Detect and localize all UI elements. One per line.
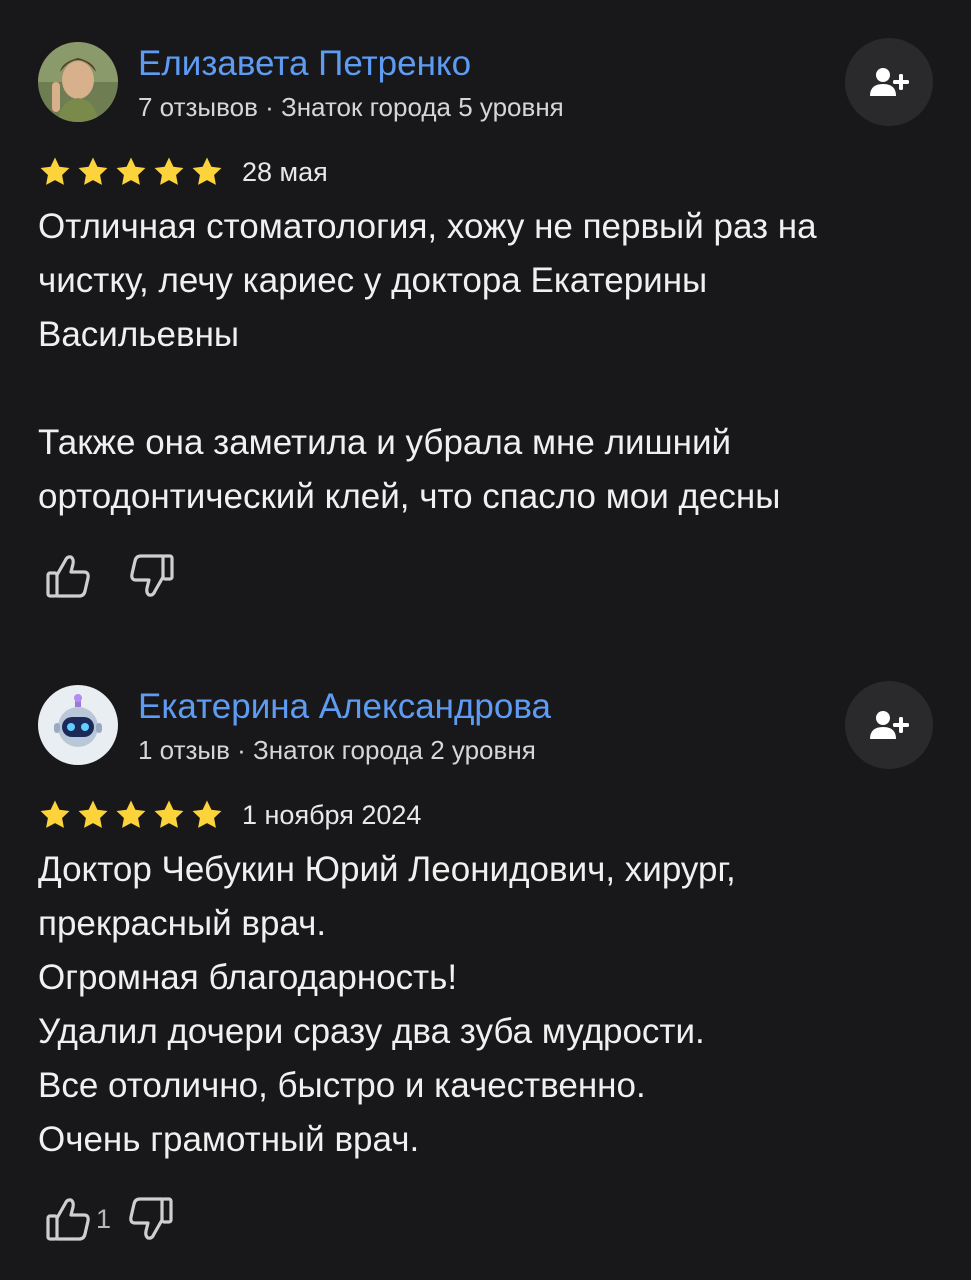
dislike-button[interactable] (121, 1189, 181, 1249)
subscribe-button[interactable] (845, 681, 933, 769)
add-user-icon (870, 68, 909, 96)
author-meta: 7 отзывов · Знаток города 5 уровня (138, 92, 564, 122)
star-icon (116, 157, 146, 185)
star-icon (192, 157, 222, 185)
avatar[interactable] (38, 685, 118, 765)
thumbs-down-icon (130, 554, 174, 597)
thumbs-up-icon (46, 1198, 90, 1241)
like-count: 1 (96, 1203, 112, 1234)
star-icon (154, 800, 184, 828)
review-text-line: Также она заметила и убрала мне лишний (38, 423, 732, 462)
subscribe-button[interactable] (845, 38, 933, 126)
rating-stars (38, 155, 224, 189)
star-icon (154, 157, 184, 185)
author-name[interactable]: Екатерина Александрова (138, 685, 551, 729)
review-text-line: Удалил дочери сразу два зуба мудрости. (38, 1012, 705, 1051)
review-text-line: чистку, лечу кариес у доктора Екатерины (38, 261, 708, 300)
review-text: Доктор Чебукин Юрий Леонидович, хирург, … (38, 843, 938, 1167)
star-icon (40, 800, 70, 828)
review-date: 1 ноября 2024 (242, 799, 422, 830)
review-text-line: Отличная стоматология, хожу не первый ра… (38, 207, 817, 246)
avatar[interactable] (38, 42, 118, 122)
like-button[interactable] (38, 1189, 98, 1249)
review-text-line: Васильевны (38, 315, 240, 354)
review-text-line: прекрасный врач. (38, 904, 327, 943)
dislike-button[interactable] (122, 546, 182, 606)
rating-stars (38, 798, 224, 832)
reactions-bar: 1 (38, 1189, 181, 1249)
like-button[interactable] (38, 546, 98, 606)
rating-row: 1 ноября 2024 (38, 795, 421, 835)
author-name[interactable]: Елизавета Петренко (138, 42, 471, 86)
star-icon (40, 157, 70, 185)
star-icon (78, 157, 108, 185)
thumbs-up-icon (46, 555, 90, 598)
reactions-bar (38, 546, 182, 606)
review-text-line: Все отолично, быстро и качественно. (38, 1066, 646, 1105)
rating-row: 28 мая (38, 152, 328, 192)
author-meta: 1 отзыв · Знаток города 2 уровня (138, 735, 536, 765)
thumbs-down-icon (129, 1197, 173, 1240)
star-icon (116, 800, 146, 828)
star-icon (192, 800, 222, 828)
add-user-icon (870, 711, 909, 739)
review-text-line: Очень грамотный врач. (38, 1120, 420, 1159)
review-text-line: ортодонтический клей, что спасло мои дес… (38, 477, 781, 516)
review-text-line: Огромная благодарность! (38, 958, 458, 997)
review-date: 28 мая (242, 156, 328, 187)
star-icon (78, 800, 108, 828)
review-text-line: Доктор Чебукин Юрий Леонидович, хирург, (38, 850, 736, 889)
review-text: Отличная стоматология, хожу не первый ра… (38, 200, 938, 524)
